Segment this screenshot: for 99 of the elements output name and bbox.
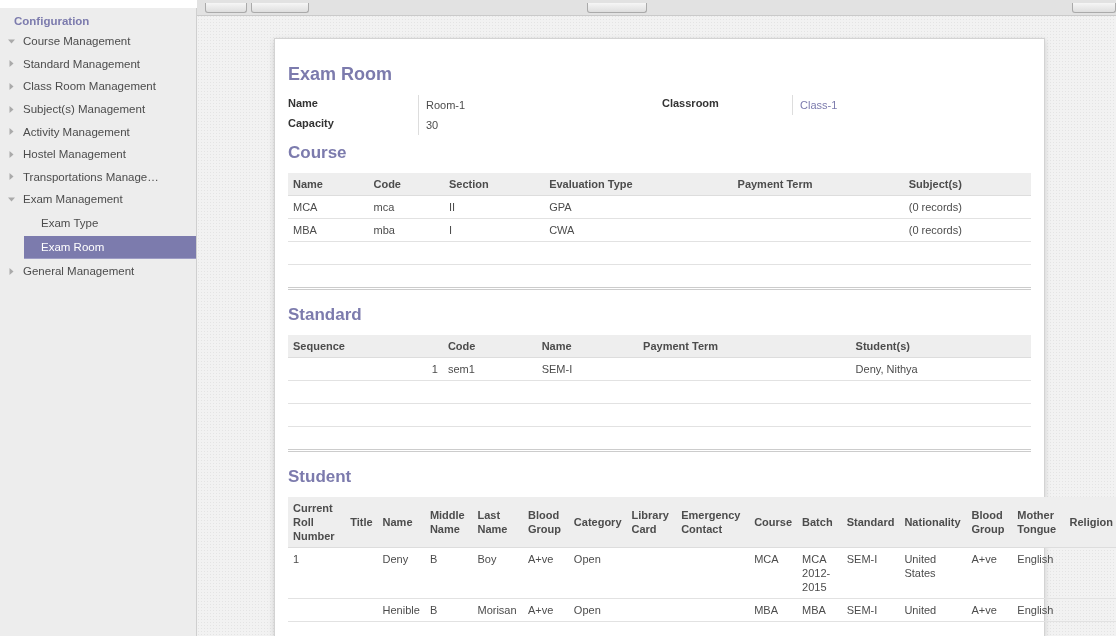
table-cell: mba xyxy=(368,218,444,242)
field-value: Room-1 xyxy=(426,99,466,111)
table-cell: sem1 xyxy=(442,357,537,381)
sidebar-item[interactable]: Class Room Management xyxy=(0,75,196,98)
table-cell: GPA xyxy=(544,195,733,219)
section-title: Course xyxy=(288,142,348,164)
table-cell: English xyxy=(1012,598,1065,622)
sidebar-subitem[interactable]: Exam Type xyxy=(24,211,196,235)
caret-right-icon xyxy=(8,105,15,113)
sidebar-item[interactable]: Subject(s) Management xyxy=(0,97,196,121)
sidebar-item[interactable]: Transportations Manage… xyxy=(0,165,196,189)
field-label: Classroom xyxy=(662,96,720,111)
toolbar-button[interactable] xyxy=(251,3,309,13)
column-header: Category xyxy=(568,497,627,548)
sidebar-item[interactable]: Activity Management xyxy=(0,120,196,143)
column-header: Subject(s) xyxy=(903,173,1031,196)
column-header: Standard xyxy=(841,497,900,548)
column-header: Library Card xyxy=(626,497,677,548)
table-cell: A+ve xyxy=(523,547,569,599)
column-header: Sequence xyxy=(288,335,443,358)
column-header: Batch xyxy=(797,497,842,548)
column-header: Payment Term xyxy=(732,173,904,196)
field-label: Capacity xyxy=(288,116,335,131)
caret-right-icon xyxy=(8,60,15,68)
column-header: Mother Tongue xyxy=(1012,497,1065,548)
table-cell: SEM-I xyxy=(536,357,639,381)
table-cell: mca xyxy=(368,195,444,219)
column-header: Current Roll Number xyxy=(288,497,346,548)
table-cell: MCA xyxy=(288,195,369,219)
column-header: Payment Term xyxy=(638,335,851,358)
toolbar-button[interactable] xyxy=(587,3,647,13)
caret-right-icon xyxy=(8,173,15,181)
column-header: Course xyxy=(749,497,798,548)
column-header: Name xyxy=(377,497,425,548)
column-header: Title xyxy=(345,497,378,548)
table-cell: CWA xyxy=(544,218,733,242)
column-header: Nationality xyxy=(899,497,967,548)
table-cell: English xyxy=(1012,547,1065,599)
table-cell: Boy xyxy=(472,547,523,599)
column-header: Student(s) xyxy=(850,335,1031,358)
table-cell: II xyxy=(444,195,545,219)
caret-right-icon xyxy=(8,150,15,158)
table-cell: A+ve xyxy=(966,598,1013,622)
table-cell: A+ve xyxy=(523,598,569,622)
column-header: Middle Name xyxy=(424,497,473,548)
sidebar-heading: Configuration xyxy=(13,15,91,29)
column-header: Evaluation Type xyxy=(544,173,733,196)
toolbar-button[interactable] xyxy=(205,3,247,13)
field-value: 30 xyxy=(426,119,439,131)
field-link[interactable]: Class-1 xyxy=(800,99,838,111)
field-label: Name xyxy=(288,96,319,111)
caret-right-icon xyxy=(8,128,15,136)
table-cell: Henible xyxy=(377,598,425,622)
table-cell: 1 xyxy=(288,357,443,381)
table-cell: MCA 2012-2015 xyxy=(797,547,842,599)
table-cell: MBA xyxy=(288,218,369,242)
column-header: Emergency Contact xyxy=(676,497,750,548)
toolbar-button[interactable] xyxy=(1072,3,1116,13)
table-cell: (0 records) xyxy=(903,195,1031,219)
caret-right-icon xyxy=(8,83,15,90)
caret-right-icon xyxy=(8,267,15,275)
section-title: Standard xyxy=(288,304,363,326)
table-cell: Deny xyxy=(377,547,425,599)
table-cell: Deny, Nithya xyxy=(850,357,1031,381)
form-title: Exam Room xyxy=(288,64,394,85)
sidebar-item[interactable]: Course Management xyxy=(0,30,196,53)
section-title: Student xyxy=(288,466,353,488)
table-cell: B xyxy=(424,547,473,599)
column-header: Section xyxy=(444,173,545,196)
caret-down-icon xyxy=(8,195,15,203)
table-cell: SEM-I xyxy=(841,598,900,622)
table-cell: B xyxy=(424,598,473,622)
caret-down-icon xyxy=(8,37,15,45)
table-cell: I xyxy=(444,218,545,242)
sidebar-subitem[interactable]: Exam Room xyxy=(24,235,196,259)
sidebar-item[interactable]: Standard Management xyxy=(0,52,196,76)
table-cell: (0 records) xyxy=(903,218,1031,242)
table-cell: United xyxy=(899,598,967,622)
sidebar-item[interactable]: Exam Management xyxy=(0,188,196,211)
table-cell: Open xyxy=(568,598,627,622)
column-header: Last Name xyxy=(472,497,523,548)
column-header: Religion xyxy=(1064,497,1116,548)
table-cell: MCA xyxy=(749,547,798,599)
table-cell: MBA xyxy=(749,598,798,622)
table-cell: A+ve xyxy=(966,547,1013,599)
sidebar-item[interactable]: General Management xyxy=(0,259,196,283)
table-cell: United States xyxy=(899,547,967,599)
table-cell: MBA xyxy=(797,598,842,622)
table-cell: Morisan xyxy=(472,598,523,622)
column-header: Code xyxy=(442,335,537,358)
column-header: Code xyxy=(368,173,444,196)
table-cell: Open xyxy=(568,547,627,599)
table-cell: 1 xyxy=(288,547,346,599)
table-cell: SEM-I xyxy=(841,547,900,599)
column-header: Blood Group xyxy=(966,497,1013,548)
column-header: Blood Group xyxy=(523,497,569,548)
column-header: Name xyxy=(536,335,639,358)
column-header: Name xyxy=(288,173,369,196)
sidebar-item[interactable]: Hostel Management xyxy=(0,142,196,166)
